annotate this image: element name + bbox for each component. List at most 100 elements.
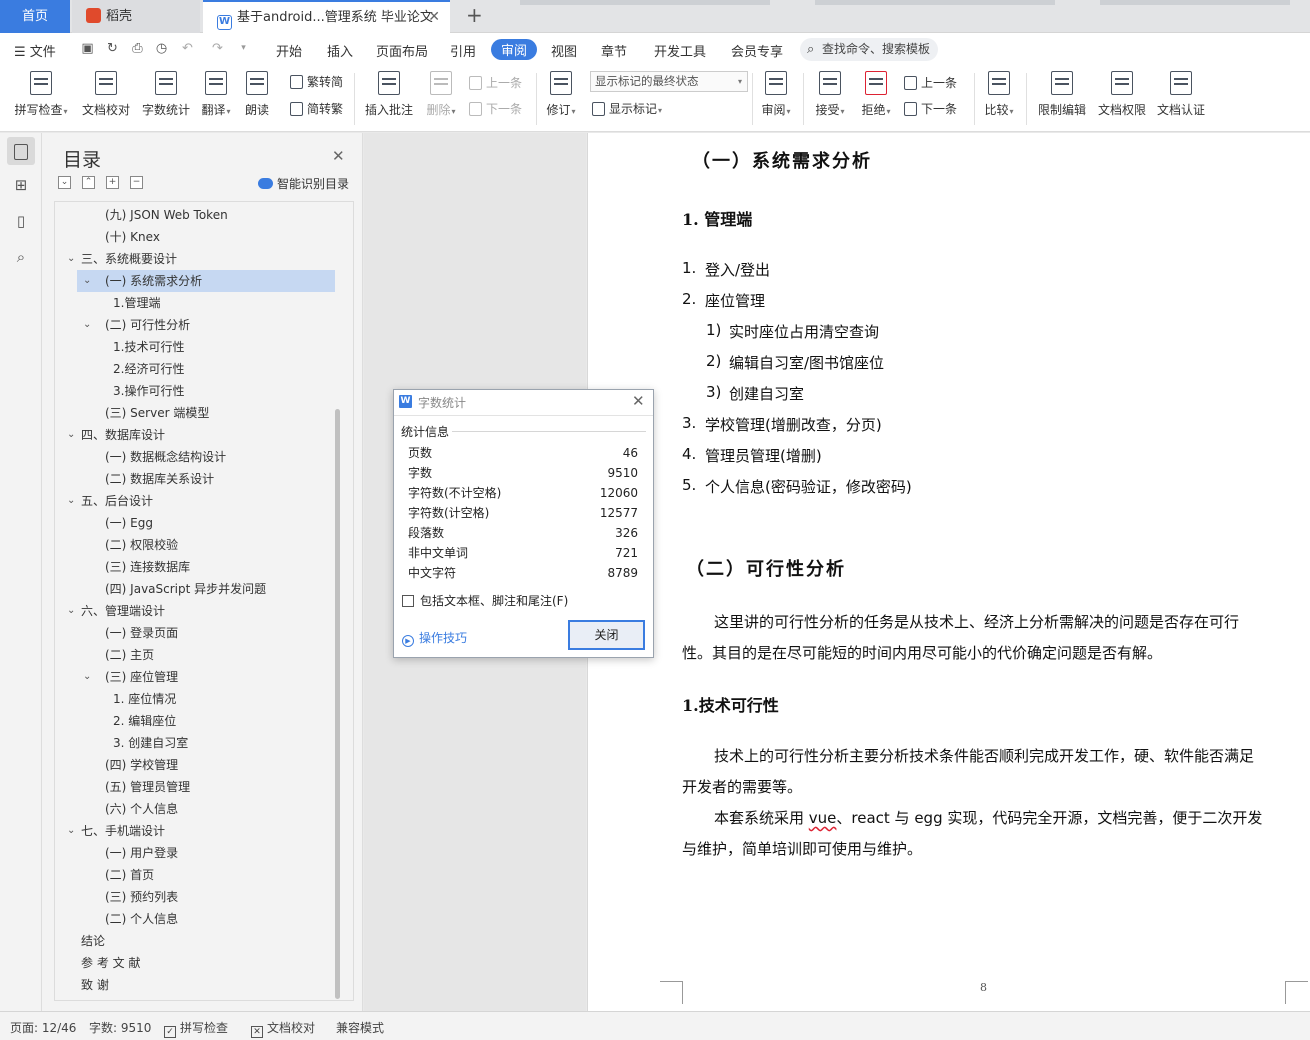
command-search-input[interactable]: ⌕ 查找命令、搜索模板 (800, 38, 938, 61)
print-icon[interactable]: ⎙ (130, 41, 145, 56)
toc-item[interactable]: ⌄ 四、数据库设计 (55, 424, 335, 446)
chevron-down-icon[interactable]: ⌄ (67, 600, 75, 622)
collapse-icon[interactable]: − (130, 176, 143, 189)
toc-item[interactable]: ⌄ (二) 可行性分析 (55, 314, 335, 336)
toc-item[interactable]: 参 考 文 献 (55, 952, 335, 974)
toc-item[interactable]: 3.操作可行性 (55, 380, 335, 402)
export-icon[interactable]: ↻ (105, 41, 120, 56)
prev-comment-button[interactable]: 上一条 (469, 74, 522, 91)
toc-item[interactable]: (六) 个人信息 (55, 798, 335, 820)
menu-page-layout[interactable]: 页面布局 (376, 41, 428, 60)
toc-panel-button[interactable] (7, 137, 35, 165)
tips-link[interactable]: ▶ 操作技巧 (402, 629, 467, 647)
menu-chapter[interactable]: 章节 (601, 41, 627, 60)
show-markup-button[interactable]: 显示标记▾ (592, 100, 662, 117)
collapse-all-icon[interactable]: ⌄ (58, 176, 71, 189)
spell-check-button[interactable]: 拼写检查▾ (11, 71, 71, 118)
chevron-down-icon[interactable]: ⌄ (67, 490, 75, 512)
toc-item[interactable]: 致 谢 (55, 974, 335, 996)
expand-up-icon[interactable]: ⌃ (82, 176, 95, 189)
menu-member[interactable]: 会员专享 (731, 41, 783, 60)
toc-item[interactable]: (三) 预约列表 (55, 886, 335, 908)
find-pane-button[interactable]: ⌕ (7, 243, 35, 271)
status-words[interactable]: 字数: 9510 (89, 1019, 151, 1036)
revise-button[interactable]: 修订▾ (543, 71, 579, 118)
status-doc-proof[interactable]: ✕ 文档校对 (251, 1019, 315, 1038)
next-change-button[interactable]: 下一条 (904, 100, 957, 117)
toc-item[interactable]: (二) 个人信息 (55, 908, 335, 930)
menu-insert[interactable]: 插入 (327, 41, 353, 60)
toc-item[interactable]: ⌄ 六、管理端设计 (55, 600, 335, 622)
menu-references[interactable]: 引用 (450, 41, 476, 60)
document-page[interactable]: （一）系统需求分析 1. 管理端 1. 登入/登出 2. 座位管理 1) 实时座位占用清空… (587, 133, 1310, 1011)
insert-comment-button[interactable]: 插入批注 (364, 71, 414, 118)
word-count-button[interactable]: 字数统计 (140, 71, 192, 118)
doc-proof-button[interactable]: 文档校对 (80, 71, 132, 118)
undo-icon[interactable]: ↶ (180, 41, 195, 56)
prev-change-button[interactable]: 上一条 (904, 74, 957, 91)
toc-item[interactable]: 1.管理端 (55, 292, 335, 314)
close-tab-icon[interactable]: ✕ (428, 2, 440, 33)
new-tab-button[interactable]: + (466, 3, 483, 27)
redo-icon[interactable]: ↷ (210, 41, 225, 56)
status-spell-check[interactable]: ✓ 拼写检查 (164, 1019, 228, 1038)
chevron-down-icon[interactable]: ⌄ (83, 314, 91, 336)
toc-item[interactable]: (五) 管理员管理 (55, 776, 335, 798)
chevron-down-icon[interactable]: ⌄ (83, 270, 91, 292)
next-comment-button[interactable]: 下一条 (469, 100, 522, 117)
bookmark-pane-button[interactable]: ▯ (7, 207, 35, 235)
toc-item[interactable]: 2.经济可行性 (55, 358, 335, 380)
chevron-down-icon[interactable]: ⌄ (67, 424, 75, 446)
toc-item[interactable]: (一) Egg (55, 512, 335, 534)
tab-home[interactable]: 首页 (0, 0, 70, 33)
file-menu[interactable]: ☰ 文件 (14, 41, 56, 60)
toc-item[interactable]: ⌄ (一) 系统需求分析 (77, 270, 335, 292)
save-icon[interactable]: ▣ (80, 41, 95, 56)
toc-scrollbar[interactable] (335, 409, 340, 999)
preview-icon[interactable]: ◷ (154, 41, 169, 56)
compare-button[interactable]: 比较▾ (981, 71, 1017, 118)
expand-all-icon[interactable]: + (106, 176, 119, 189)
toc-item[interactable]: ⌄ 五、后台设计 (55, 490, 335, 512)
toc-item[interactable]: (二) 权限校验 (55, 534, 335, 556)
chevron-down-icon[interactable]: ⌄ (67, 248, 75, 270)
toc-item[interactable]: 2. 编辑座位 (55, 710, 335, 732)
quick-access-caret-icon[interactable]: ▾ (236, 41, 251, 56)
toc-item[interactable]: 3. 创建自习室 (55, 732, 335, 754)
doc-certify-button[interactable]: 文档认证 (1155, 71, 1207, 118)
tab-daoke[interactable]: 稻壳 (72, 0, 200, 33)
translate-button[interactable]: 翻译▾ (198, 71, 234, 118)
toc-item[interactable]: ⌄ 七、手机端设计 (55, 820, 335, 842)
menu-view[interactable]: 视图 (551, 41, 577, 60)
toc-item[interactable]: (一) 数据概念结构设计 (55, 446, 335, 468)
status-page[interactable]: 页面: 12/46 (10, 1019, 76, 1036)
navigation-pane-button[interactable]: ⊞ (7, 171, 35, 199)
toc-item[interactable]: (三) Server 端模型 (55, 402, 335, 424)
toc-item[interactable]: (一) 登录页面 (55, 622, 335, 644)
toc-item[interactable]: (十) Knex (55, 226, 335, 248)
menu-start[interactable]: 开始 (276, 41, 302, 60)
chevron-down-icon[interactable]: ⌄ (67, 820, 75, 842)
menu-review[interactable]: 审阅 (491, 39, 538, 60)
include-textbox-checkbox[interactable]: 包括文本框、脚注和尾注(F) (402, 592, 568, 609)
toc-item[interactable]: (二) 主页 (55, 644, 335, 666)
toc-item[interactable]: 1. 座位情况 (55, 688, 335, 710)
delete-comment-button[interactable]: 删除▾ (424, 71, 458, 118)
restrict-edit-button[interactable]: 限制编辑 (1036, 71, 1088, 118)
trad-to-simp-button[interactable]: 繁转简 (290, 73, 343, 90)
toc-item[interactable]: 结论 (55, 930, 335, 952)
chevron-down-icon[interactable]: ⌄ (83, 666, 91, 688)
markup-state-select[interactable]: 显示标记的最终状态 ▾ (590, 71, 748, 92)
toc-item[interactable]: (一) 用户登录 (55, 842, 335, 864)
close-icon[interactable]: ✕ (332, 147, 345, 165)
menu-dev-tools[interactable]: 开发工具 (654, 41, 706, 60)
toc-item[interactable]: (九) JSON Web Token (55, 204, 335, 226)
close-icon[interactable]: ✕ (632, 392, 645, 410)
close-dialog-button[interactable]: 关闭 (568, 620, 645, 650)
toc-item[interactable]: (二) 首页 (55, 864, 335, 886)
spell-error-word[interactable]: vue (809, 809, 837, 827)
toc-item[interactable]: (三) 连接数据库 (55, 556, 335, 578)
review-pane-button[interactable]: 审阅▾ (758, 71, 794, 118)
toc-item[interactable]: (二) 数据库关系设计 (55, 468, 335, 490)
reject-button[interactable]: 拒绝▾ (858, 71, 894, 118)
